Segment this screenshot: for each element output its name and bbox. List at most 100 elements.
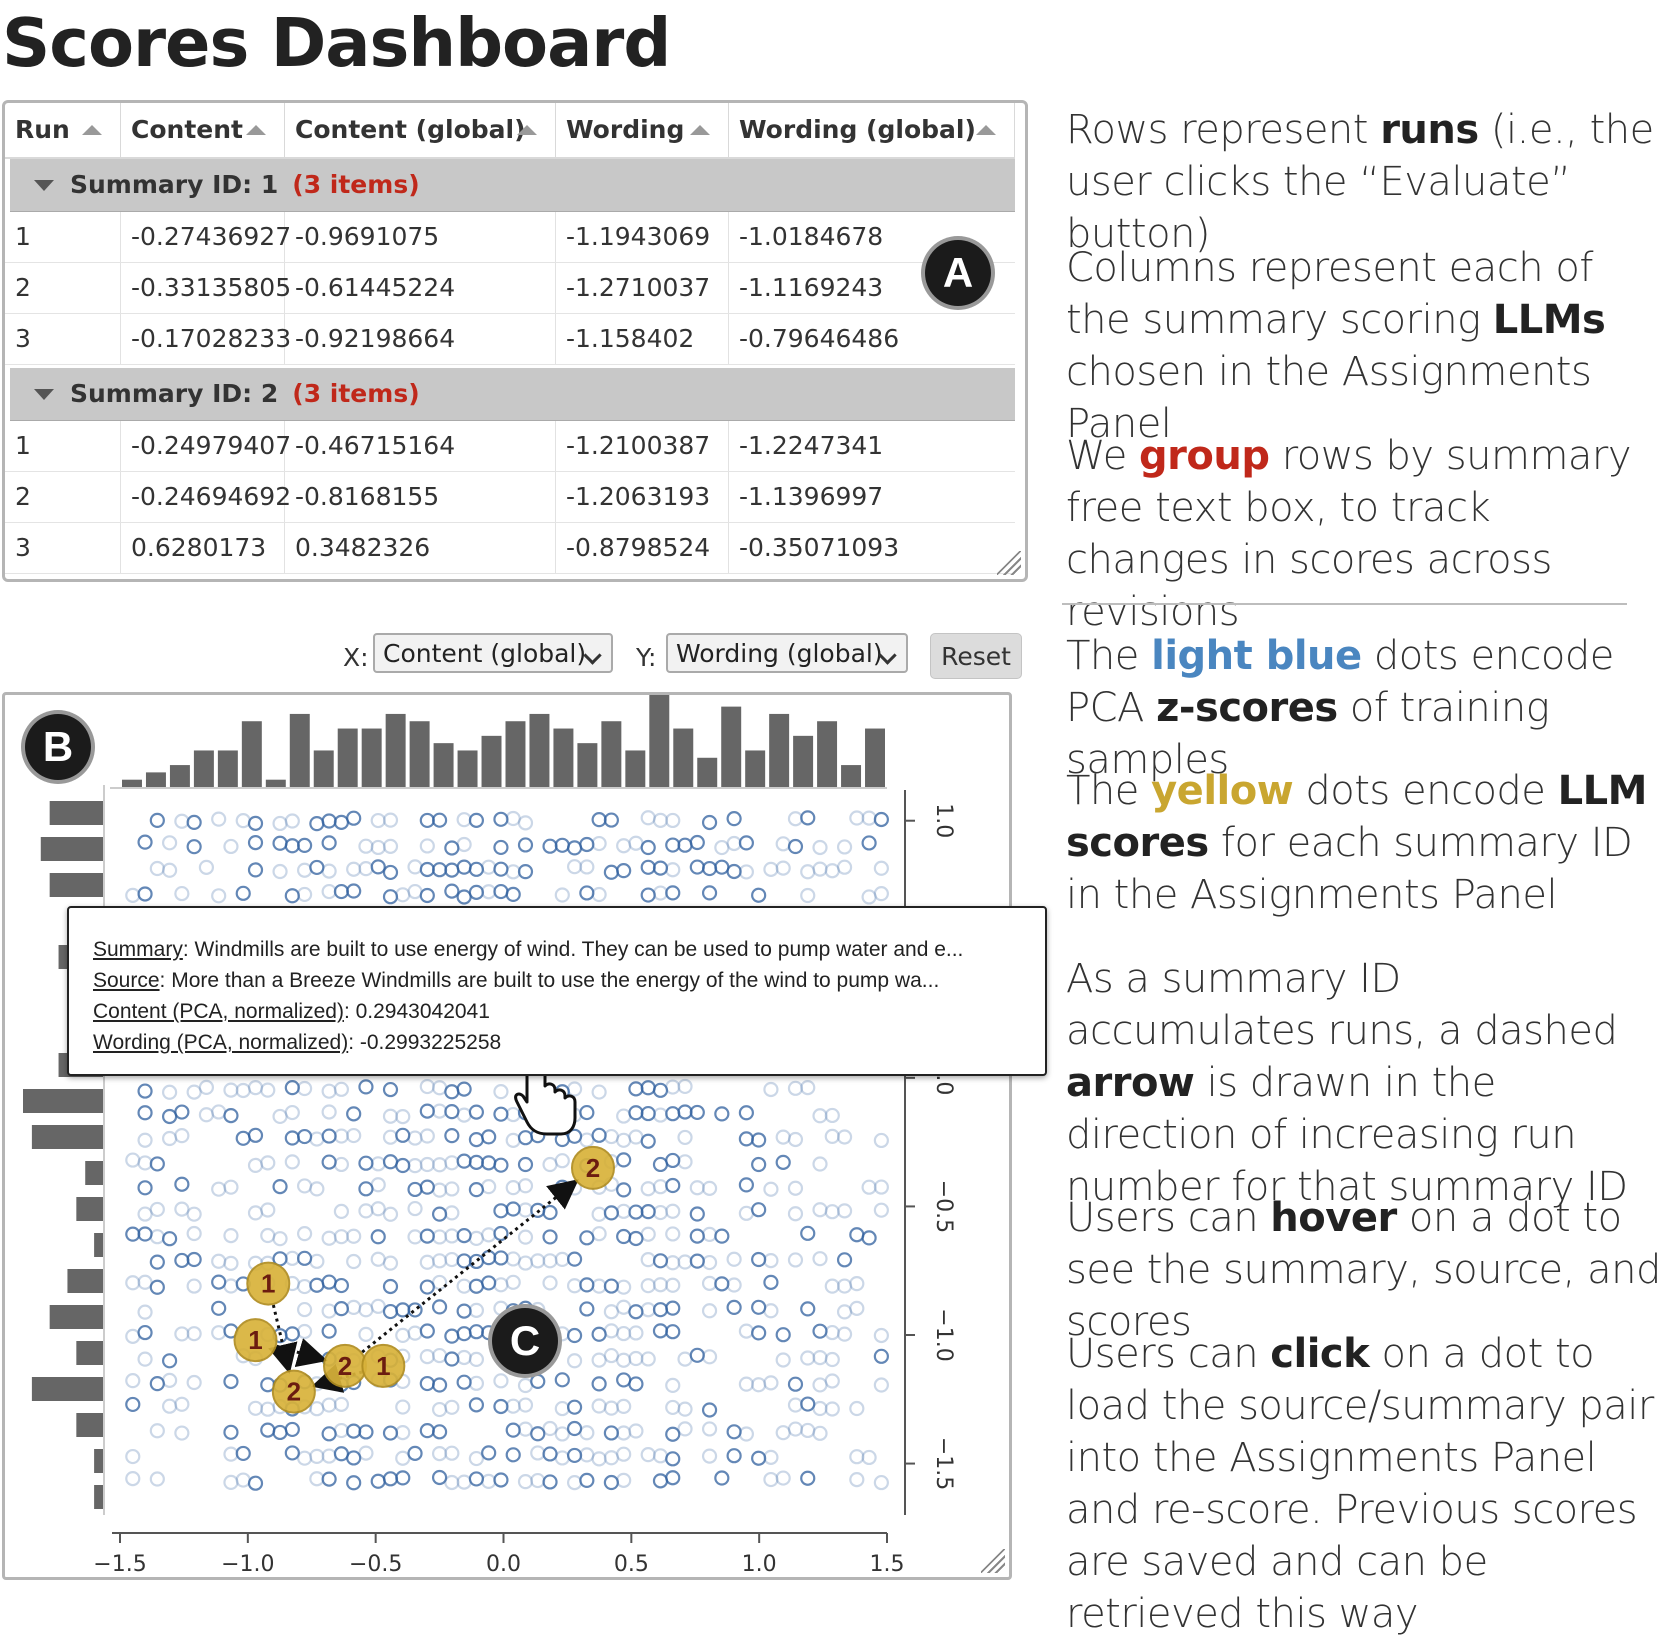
- training-dot: [787, 1180, 804, 1196]
- training-dot: [616, 1279, 632, 1295]
- training-dot: [444, 1084, 460, 1100]
- training-dot: [174, 1201, 190, 1217]
- training-dot: [493, 1472, 509, 1488]
- training-dot: [652, 1179, 669, 1195]
- reset-button[interactable]: Reset: [930, 633, 1022, 679]
- training-dot: [137, 1304, 153, 1320]
- sort-arrow-icon[interactable]: [246, 125, 266, 135]
- training-dot: [431, 1347, 448, 1364]
- training-dot: [211, 888, 227, 904]
- x-axis-select-value: Content (global): [383, 639, 587, 668]
- training-dot: [137, 1083, 153, 1099]
- training-dot: [186, 1084, 202, 1100]
- training-dot: [652, 1323, 669, 1339]
- table-row[interactable]: 3 0.6280173 0.3482326 -0.8798524 -0.3507…: [5, 523, 1015, 574]
- training-dot: [640, 1080, 656, 1096]
- llm-dot-label: 2: [586, 1153, 600, 1183]
- histogram-bar: [337, 728, 358, 787]
- training-dot: [174, 1252, 190, 1269]
- table-row[interactable]: 1 -0.24979407 -0.46715164 -1.2100387 -1.…: [5, 421, 1015, 472]
- column-header-content-global[interactable]: Content (global): [285, 103, 556, 157]
- table-row[interactable]: 3 -0.17028233 -0.92198664 -1.158402 -0.7…: [5, 314, 1015, 365]
- training-dot: [444, 1228, 460, 1244]
- training-dot: [309, 1131, 325, 1147]
- note-runs: Rows represent runs (i.e., the user clic…: [1066, 107, 1654, 257]
- training-dot: [677, 837, 693, 853]
- training-dot: [677, 1129, 693, 1146]
- training-dot: [468, 1253, 484, 1270]
- training-dot: [714, 859, 730, 875]
- training-dot: [812, 1377, 828, 1393]
- table-row[interactable]: 2 -0.24694692 -0.8168155 -1.2063193 -1.1…: [5, 472, 1015, 523]
- training-dot: [677, 1351, 693, 1367]
- training-dot: [787, 1080, 804, 1096]
- group-row-summary-2[interactable]: Summary ID: 2 (3 items): [10, 368, 1015, 421]
- training-dot: [161, 1353, 178, 1369]
- training-dot: [382, 1303, 399, 1320]
- training-dot: [726, 1299, 742, 1316]
- sort-arrow-icon[interactable]: [976, 125, 996, 135]
- note-llms: Columns represent each of the summary sc…: [1066, 245, 1606, 447]
- collapse-caret-icon[interactable]: [34, 180, 54, 191]
- column-header-run[interactable]: Run: [5, 103, 121, 157]
- table-row[interactable]: 1 -0.27436927 -0.9691075 -1.1943069 -1.0…: [5, 212, 1015, 263]
- sort-arrow-icon[interactable]: [690, 125, 710, 135]
- training-dot: [284, 1104, 300, 1121]
- llm-dot: 1: [246, 1261, 291, 1306]
- training-dot: [616, 1108, 632, 1124]
- training-dot: [125, 1448, 141, 1465]
- tooltip-summary: Summary: Windmills are built to use ener…: [93, 934, 1045, 965]
- training-dot: [677, 1421, 693, 1437]
- training-dot: [812, 861, 828, 877]
- training-dot: [456, 1303, 472, 1319]
- y-axis-select[interactable]: Wording (global): [666, 633, 908, 673]
- training-dot: [849, 1400, 865, 1417]
- training-dot: [419, 1423, 435, 1439]
- training-dot: [284, 1080, 300, 1096]
- training-dot: [444, 1351, 460, 1367]
- training-dot: [321, 1128, 337, 1144]
- collapse-caret-icon[interactable]: [34, 389, 54, 400]
- sort-arrow-icon[interactable]: [517, 125, 537, 135]
- training-dot: [603, 1278, 619, 1294]
- sort-arrow-icon[interactable]: [82, 125, 102, 135]
- plot-resize-grip[interactable]: [981, 1549, 1005, 1573]
- training-dot: [247, 815, 264, 831]
- training-dot: [701, 1421, 718, 1437]
- group-row-summary-1[interactable]: Summary ID: 1 (3 items): [10, 159, 1015, 212]
- tooltip-value: : 0.2943042041: [343, 1000, 490, 1023]
- cell-content: -0.27436927: [121, 212, 291, 262]
- training-dot: [346, 1423, 362, 1439]
- training-dot: [395, 1327, 411, 1343]
- column-header-wording-global[interactable]: Wording (global): [729, 103, 1015, 157]
- training-dot: [395, 1450, 411, 1466]
- histogram-bar: [49, 801, 103, 825]
- training-dot: [800, 1422, 816, 1439]
- training-dot: [346, 861, 362, 877]
- training-dot: [726, 811, 742, 827]
- training-dot: [517, 864, 534, 880]
- training-dot: [247, 1080, 264, 1096]
- training-dot: [738, 835, 754, 851]
- training-dot: [603, 1425, 619, 1441]
- scatter-plot-panel[interactable]: −1.5−1.0−0.50.00.51.01.51.00.50.0−0.5−1.…: [2, 692, 1012, 1580]
- training-dot: [873, 1474, 889, 1491]
- training-dot: [800, 810, 816, 826]
- training-dot: [382, 1129, 399, 1145]
- training-dot: [382, 1471, 399, 1487]
- training-dot: [591, 835, 607, 852]
- training-dot: [321, 883, 337, 900]
- column-header-content[interactable]: Content: [121, 103, 285, 157]
- training-dot: [689, 1180, 705, 1196]
- column-header-wording[interactable]: Wording: [556, 103, 729, 157]
- cell-wording-global: -0.35071093: [739, 533, 900, 562]
- training-dot: [689, 1347, 705, 1363]
- training-dot: [431, 812, 448, 828]
- training-dot: [456, 1326, 472, 1342]
- table-resize-grip[interactable]: [997, 551, 1021, 575]
- table-row[interactable]: 2 -0.33135805 -0.61445224 -1.2710037 -1.…: [5, 263, 1015, 314]
- training-dot: [149, 1156, 165, 1172]
- x-axis-select[interactable]: Content (global): [373, 633, 613, 673]
- training-dot: [800, 1350, 816, 1366]
- scatter-plot[interactable]: −1.5−1.0−0.50.00.51.01.51.00.50.0−0.5−1.…: [5, 695, 1009, 1577]
